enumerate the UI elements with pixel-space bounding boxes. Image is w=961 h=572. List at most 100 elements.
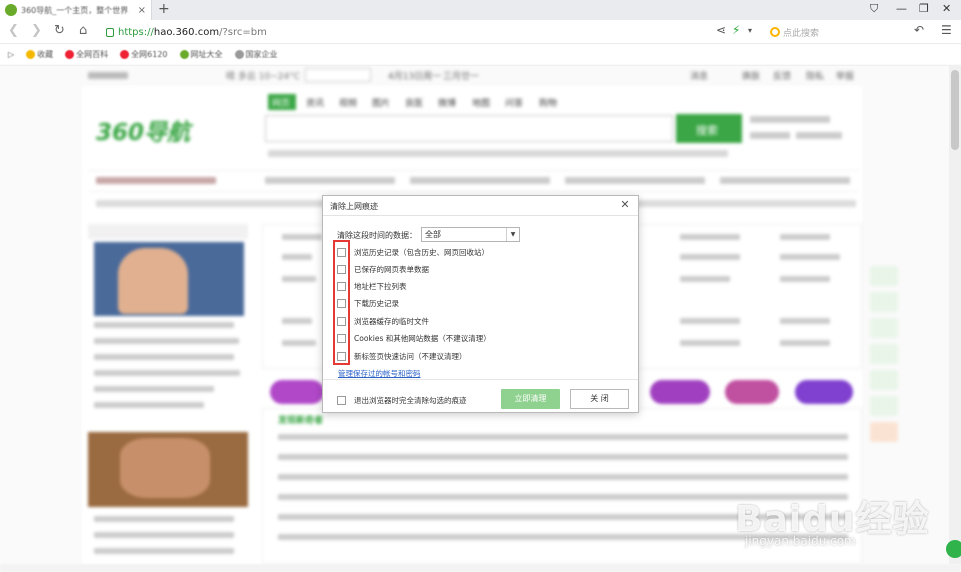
bookmark-item[interactable]: 收藏: [26, 49, 53, 60]
forward-icon[interactable]: ❯: [31, 23, 42, 38]
menu-icon[interactable]: ☰: [941, 23, 952, 37]
dialog-close-icon[interactable]: ✕: [618, 198, 632, 212]
site-favicon: [5, 4, 17, 16]
search-tab[interactable]: 视频: [339, 96, 357, 109]
option-cache-files[interactable]: 浏览器缓存的临时文件: [337, 315, 429, 327]
date-text: 4月13日周一: [388, 72, 442, 82]
lightning-icon[interactable]: ⚡: [732, 23, 740, 37]
floating-action-icon[interactable]: [946, 540, 961, 558]
bookmark-item[interactable]: 网址大全: [179, 49, 223, 60]
home-icon[interactable]: ⌂: [79, 23, 87, 38]
time-range-select[interactable]: 全部 ▼: [421, 227, 520, 242]
search-tab[interactable]: 良医: [405, 96, 423, 109]
weather-text: 晴 多云 10~24°C: [226, 72, 300, 82]
top-right-link[interactable]: 换肤: [742, 69, 760, 82]
new-tab-button[interactable]: +: [158, 1, 170, 17]
site-icon: [179, 50, 189, 59]
option-label: 地址栏下拉列表: [354, 281, 407, 291]
search-engine-icon: [770, 27, 780, 37]
divider: [323, 215, 638, 216]
bookmarks-bar: ▷ 收藏 全网百科 全网6120 网址大全 国家企业: [0, 44, 961, 66]
search-button[interactable]: 搜索: [696, 122, 718, 138]
option-browsing-history[interactable]: 浏览历史记录（包含历史、网页回收站）: [337, 246, 489, 258]
checkbox[interactable]: [337, 316, 346, 326]
option-label: 已保存的网页表单数据: [354, 264, 429, 274]
search-tab[interactable]: 问答: [505, 96, 523, 109]
search-tab[interactable]: 网页: [272, 96, 290, 109]
search-tab[interactable]: 资讯: [306, 96, 324, 109]
undo-icon[interactable]: ↶: [914, 23, 924, 37]
url-host: hao.360.com: [153, 26, 220, 38]
top-right-link[interactable]: 消息: [690, 69, 708, 82]
restore-icon[interactable]: ❐: [919, 2, 929, 15]
chevron-down-icon[interactable]: ▼: [506, 228, 519, 241]
url-field[interactable]: https:// hao.360.com /?src=bm: [106, 23, 750, 41]
url-scheme: https://: [118, 26, 154, 38]
option-label: 浏览器缓存的临时文件: [354, 316, 429, 326]
search-tab[interactable]: 地图: [472, 96, 490, 109]
option-label: 下载历史记录: [354, 298, 399, 308]
checkbox[interactable]: [337, 351, 346, 361]
manage-passwords-link[interactable]: 管理保存过的帐号和密码: [338, 368, 421, 379]
status-bar: [0, 564, 961, 572]
tab-bar: 360导航_一个主页，整个世界 × + ⛉ — ❐ ✕: [0, 0, 961, 20]
checkbox[interactable]: [337, 333, 346, 343]
window-close-icon[interactable]: ✕: [942, 2, 951, 15]
bookmark-toggle-icon[interactable]: ▷: [8, 50, 14, 59]
browser-tab[interactable]: 360导航_一个主页，整个世界 ×: [0, 0, 152, 20]
option-download-history[interactable]: 下载历史记录: [337, 297, 399, 309]
checkbox[interactable]: [337, 264, 346, 274]
star-icon: [26, 50, 36, 59]
section-title: 发现新奇者: [278, 416, 324, 426]
option-address-dropdown[interactable]: 地址栏下拉列表: [337, 280, 407, 292]
clear-history-dialog: 清除上网痕迹 ✕ 清除这段时间的数据： 全部 ▼ 浏览历史记录（包含历史、网页回…: [322, 195, 639, 413]
top-right-link[interactable]: 反馈: [773, 69, 791, 82]
bookmark-item[interactable]: 全网6120: [120, 49, 168, 60]
tab-close-icon[interactable]: ×: [138, 5, 146, 16]
tab-title: 360导航_一个主页，整个世界: [21, 5, 129, 15]
checkbox[interactable]: [337, 247, 346, 257]
address-bar: ❮ ❯ ↻ ⌂ https:// hao.360.com /?src=bm ⋖ …: [0, 20, 961, 44]
reload-icon[interactable]: ↻: [54, 23, 65, 38]
search-placeholder: 点此搜索: [783, 28, 820, 39]
option-label: 退出浏览器时完全清除勾选的痕迹: [354, 395, 467, 405]
site-logo[interactable]: 360导航: [96, 113, 190, 147]
search-tab[interactable]: 购物: [539, 96, 557, 109]
lunar-date-text: 三月廿一: [443, 72, 480, 82]
search-tab[interactable]: 微博: [438, 96, 456, 109]
option-new-tab-quick-access[interactable]: 新标签页快速访问（不建议清理）: [337, 350, 467, 362]
checkbox[interactable]: [337, 281, 346, 291]
minimize-icon[interactable]: —: [896, 2, 907, 15]
option-label: 浏览历史记录（包含历史、网页回收站）: [354, 247, 489, 257]
share-icon[interactable]: ⋖: [716, 23, 726, 37]
time-range-label: 清除这段时间的数据：: [337, 231, 417, 240]
clear-now-button[interactable]: 立即清理: [501, 389, 560, 409]
option-form-data[interactable]: 已保存的网页表单数据: [337, 263, 429, 275]
search-tab[interactable]: 图片: [372, 96, 390, 109]
back-icon[interactable]: ❮: [8, 23, 19, 38]
site-icon: [234, 50, 244, 59]
chevron-down-icon[interactable]: ▾: [748, 26, 752, 35]
shirt-skin-icon[interactable]: ⛉: [870, 2, 878, 16]
search-field[interactable]: 点此搜索: [770, 24, 900, 40]
option-label: 新标签页快速访问（不建议清理）: [354, 351, 467, 361]
page-scrollbar[interactable]: [949, 66, 961, 564]
top-right-link[interactable]: 举报: [836, 69, 854, 82]
site-icon: [120, 50, 130, 59]
lock-icon: [106, 27, 114, 37]
top-right-link[interactable]: 隐私: [806, 69, 824, 82]
checkbox[interactable]: [337, 395, 346, 405]
option-cookies[interactable]: Cookies 和其他网站数据（不建议清理）: [337, 332, 491, 344]
site-icon: [65, 50, 75, 59]
url-path: /?src=bm: [219, 26, 267, 38]
option-clear-on-exit[interactable]: 退出浏览器时完全清除勾选的痕迹: [337, 394, 467, 406]
checkbox[interactable]: [337, 298, 346, 308]
scrollbar-thumb[interactable]: [951, 70, 959, 150]
close-button[interactable]: 关 闭: [570, 389, 629, 409]
dialog-title: 清除上网痕迹: [330, 202, 378, 211]
time-range-value: 全部: [425, 230, 441, 239]
bookmark-item[interactable]: 国家企业: [234, 49, 278, 60]
option-label: Cookies 和其他网站数据（不建议清理）: [354, 333, 491, 343]
divider: [323, 379, 638, 380]
bookmark-item[interactable]: 全网百科: [65, 49, 108, 60]
